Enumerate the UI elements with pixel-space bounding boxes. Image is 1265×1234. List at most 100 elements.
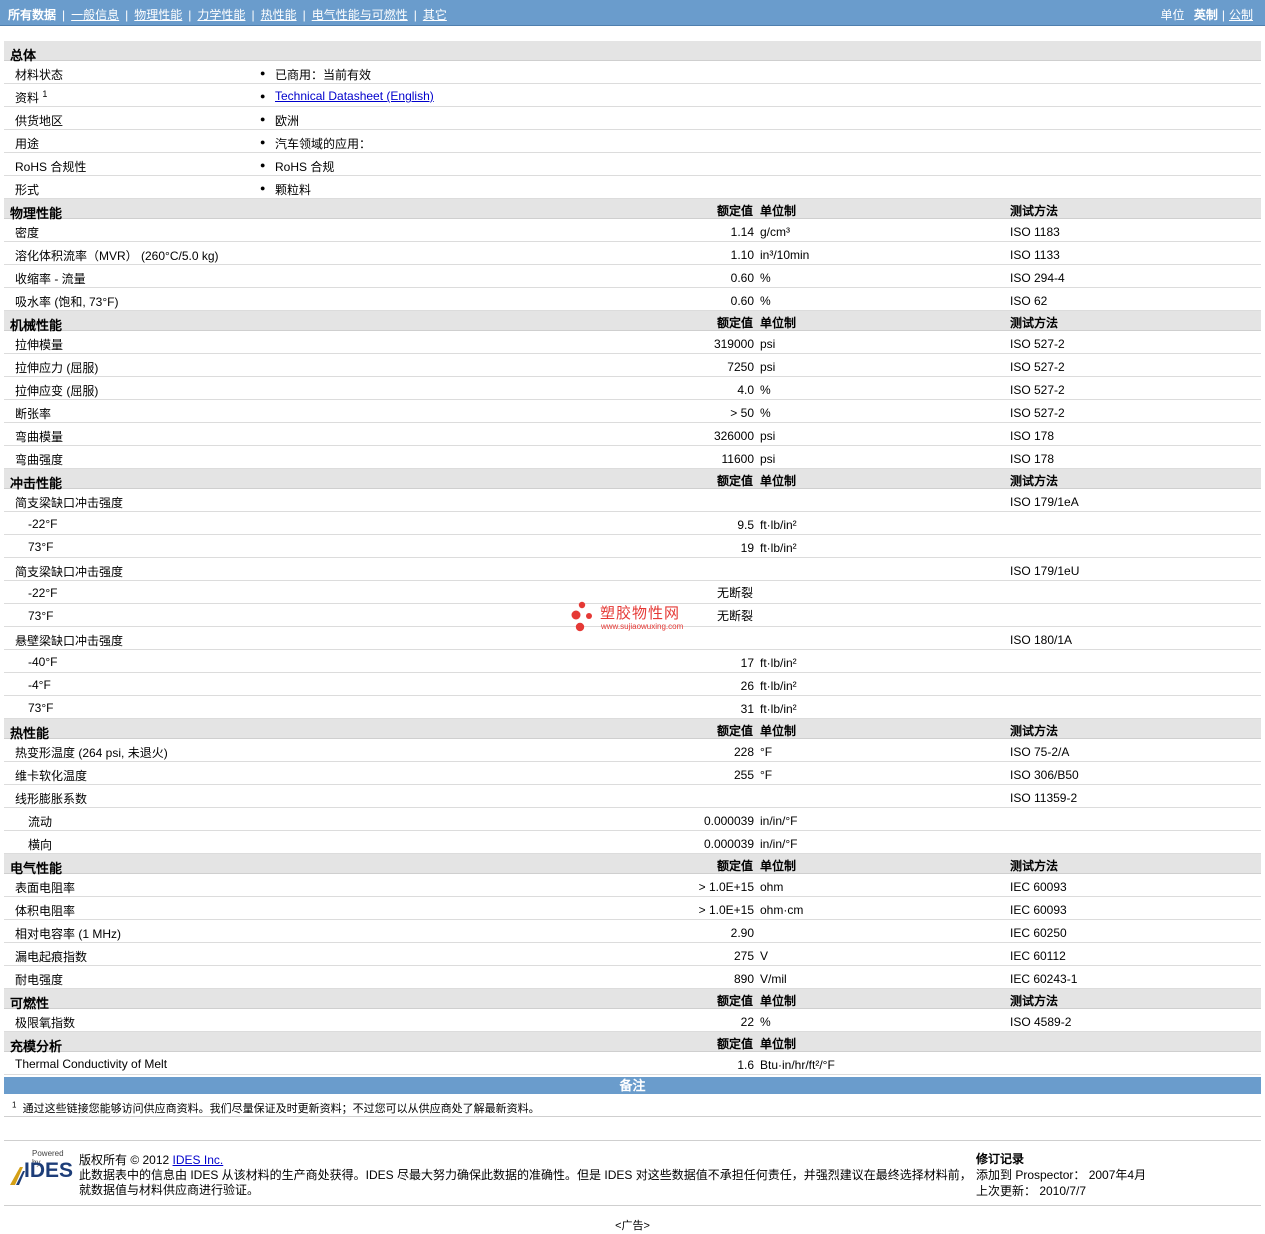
column-header-unit: 单位制 <box>760 859 797 873</box>
property-label-text: 材料状态 <box>15 68 64 82</box>
property-label: 简支梁缺口冲击强度 <box>15 496 124 510</box>
column-header-unit: 单位制 <box>760 474 797 488</box>
table-row: 极限氧指数 22% ISO 4589-2 <box>4 1009 1261 1032</box>
property-value: 4.0 <box>737 383 754 397</box>
property-label: 用途 <box>15 135 39 152</box>
table-row: 表面电阻率 > 1.0E+15 ohm IEC 60093 <box>4 874 1261 897</box>
property-label: 断张率 <box>15 407 52 421</box>
test-method: ISO 178 <box>1010 429 1055 443</box>
section-header: 物理性能 额定值 单位制 测试方法 <box>4 199 1261 221</box>
property-label: 相对电容率 (1 MHz) <box>15 927 121 941</box>
nav-separator: | <box>62 8 66 22</box>
table-row: 流动 0.000039 in/in/°F <box>4 808 1261 831</box>
test-method: IEC 60112 <box>1010 949 1066 963</box>
top-navigation-bar: 所有数据 | 一般信息 | 物理性能 | 力学性能 | 热性能 | 电气性能与可燃性 | 其它 单位 英… <box>0 0 1265 26</box>
property-value: 已商用：当前有效 <box>275 68 372 82</box>
revision-title: 修订记录 <box>976 1152 1025 1166</box>
section-header: 冲击性能 额定值 单位制 测试方法 <box>4 469 1261 491</box>
test-method: ISO 180/1A <box>1010 633 1073 647</box>
nav-separator: | <box>251 8 255 22</box>
watermark-url: www.sujiaowuxing.com <box>601 622 684 631</box>
property-label: 形式 <box>15 181 39 198</box>
property-label: 简支梁缺口冲击强度 <box>15 565 124 579</box>
column-header-unit: 单位制 <box>760 204 797 218</box>
property-unit: % <box>760 271 771 285</box>
property-label: 材料状态 <box>15 66 63 83</box>
table-row: 维卡软化温度 255 °F ISO 306/B50 <box>4 762 1261 785</box>
column-header-method: 测试方法 <box>1010 724 1059 738</box>
tab-electrical-flammability[interactable]: 电气性能与可燃性 <box>312 8 408 22</box>
table-row: 收缩率 - 流量 0.60% ISO 294-4 <box>4 265 1261 288</box>
test-method: IEC 60093 <box>1010 880 1067 894</box>
property-value: 1.14 <box>730 225 754 239</box>
table-row: 密度 1.14 g/cm³ ISO 1183 <box>4 219 1261 242</box>
table-row: 相对电容率 (1 MHz) 2.90 IEC 60250 <box>4 920 1261 943</box>
bullet-icon: ● <box>260 114 266 124</box>
property-value: 0.000039 <box>703 814 754 828</box>
property-unit: in/in/°F <box>760 837 798 851</box>
table-row: 简支梁缺口冲击强度 ISO 179/1eU <box>4 558 1261 581</box>
property-value: 26 <box>740 679 754 693</box>
section-header: 电气性能 额定值 单位制 测试方法 <box>4 854 1261 876</box>
revision-added: 添加到 Prospector： 2007年4月 <box>976 1168 1147 1182</box>
test-method: IEC 60093 <box>1010 903 1067 917</box>
table-row: 弯曲强度 11600 psi ISO 178 <box>4 446 1261 469</box>
watermark-logo: 塑胶物性网 www.sujiaowuxing.com <box>570 600 700 636</box>
unit-metric-link[interactable]: 公制 <box>1229 8 1253 22</box>
ides-logo[interactable]: Powered by IDES <box>10 1149 74 1189</box>
test-method: ISO 1133 <box>1010 248 1060 262</box>
tab-mechanical[interactable]: 力学性能 <box>197 8 245 22</box>
table-row: 溶化体积流率（MVR） (260°C/5.0 kg) 1.10 in³/10min I… <box>4 242 1261 265</box>
nav-separator: | <box>188 8 192 22</box>
table-row: 拉伸应变 (屈服) 4.0% ISO 527-2 <box>4 377 1261 400</box>
footer: Powered by IDES 版权所有 © 2012 IDES Inc. 此数… <box>4 1140 1261 1206</box>
property-label: 悬壁梁缺口冲击强度 <box>15 634 124 648</box>
section-header: 机械性能 额定值 单位制 测试方法 <box>4 311 1261 333</box>
property-label: 吸水率 (饱和, 73°F) <box>15 295 119 309</box>
property-label: -22°F <box>28 586 58 600</box>
property-value: 0.000039 <box>703 837 754 851</box>
general-row: 形式 ● 颗粒料 <box>4 176 1261 199</box>
property-unit: psi <box>760 452 776 466</box>
column-header-method: 测试方法 <box>1010 859 1059 873</box>
property-value: 22 <box>740 1015 754 1029</box>
ad-label: <广告> <box>615 1220 650 1232</box>
nav-separator: | <box>125 8 129 22</box>
table-row: 拉伸应力 (屈服) 7250 psi ISO 527-2 <box>4 354 1261 377</box>
test-method: ISO 178 <box>1010 452 1055 466</box>
table-row: Thermal Conductivity of Melt 1.6 Btu·in/hr… <box>4 1052 1261 1075</box>
property-label: 73°F <box>28 609 54 623</box>
tab-other[interactable]: 其它 <box>423 8 447 22</box>
test-method: ISO 527-2 <box>1010 360 1065 374</box>
test-method: ISO 75-2/A <box>1010 745 1070 759</box>
revision-updated: 上次更新： 2010/7/7 <box>976 1184 1087 1198</box>
property-value: 319000 <box>713 337 754 351</box>
datasheet-link[interactable]: Technical Datasheet (English) <box>275 89 434 103</box>
general-row: 供货地区 ● 欧洲 <box>4 107 1261 130</box>
property-value: > 1.0E+15 <box>698 880 754 894</box>
property-unit: V <box>760 949 769 963</box>
property-label: 弯曲模量 <box>15 430 64 444</box>
property-label: 流动 <box>28 815 53 829</box>
property-label: -4°F <box>28 678 51 692</box>
column-header-value: 额定值 <box>716 204 753 218</box>
property-label: 拉伸模量 <box>15 338 64 352</box>
units-label: 单位 <box>1160 8 1185 22</box>
property-label: 漏电起痕指数 <box>15 950 88 964</box>
property-value: 326000 <box>713 429 754 443</box>
property-label: 耐电强度 <box>15 973 64 987</box>
tab-physical[interactable]: 物理性能 <box>134 8 182 22</box>
property-unit: ft·lb/in² <box>760 679 797 693</box>
table-row: 简支梁缺口冲击强度 ISO 179/1eA <box>4 489 1261 512</box>
tab-all-data[interactable]: 所有数据 <box>8 8 56 22</box>
property-value: 2.90 <box>730 926 754 940</box>
tab-general-info[interactable]: 一般信息 <box>71 8 119 22</box>
column-header-method: 测试方法 <box>1010 994 1059 1008</box>
property-value: 31 <box>740 702 754 716</box>
note-content: 通过这些链接您能够访问供应商资料。我们尽量保证及时更新资料；不过您可以从供应商处… <box>22 1103 540 1115</box>
property-unit: in³/10min <box>760 248 810 262</box>
property-table: 总体 材料状态 ● 已商用：当前有效 资料 1 ● Technical Datasheet … <box>4 41 1261 1075</box>
ides-inc-link[interactable]: IDES Inc. <box>173 1153 224 1167</box>
tab-thermal[interactable]: 热性能 <box>261 8 297 22</box>
watermark-dots-icon <box>571 601 592 632</box>
